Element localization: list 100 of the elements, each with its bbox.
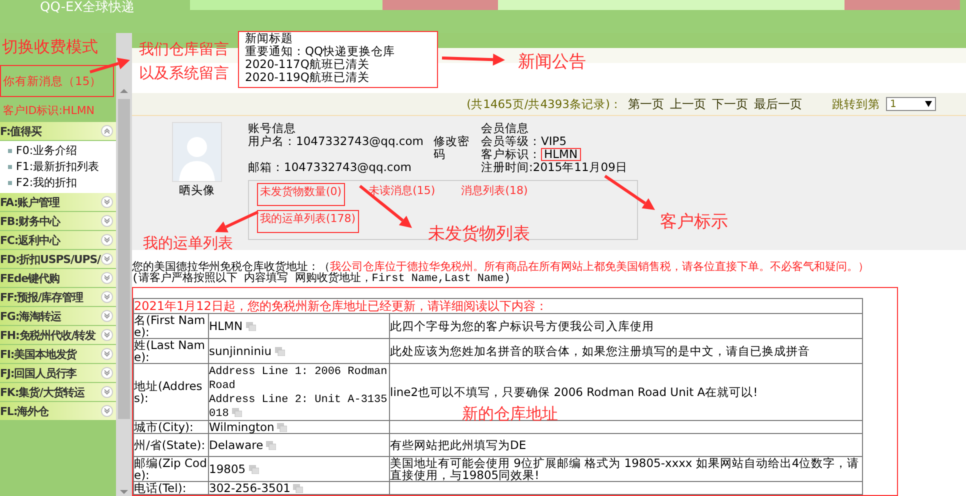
account-heading: 账号信息 <box>248 122 297 135</box>
menu-label: FEde键代购 <box>0 270 60 286</box>
expand-toggle-icon[interactable] <box>101 196 113 208</box>
registration-date: 注册时间:2015年11月09日 <box>481 161 628 174</box>
copy-icon[interactable] <box>266 441 276 450</box>
field-value: Wilmington <box>208 420 390 434</box>
field-label: 姓(Last Name): <box>134 338 208 364</box>
dropdown-caret-icon <box>925 101 932 107</box>
member-level: 会员等级：VIP5 <box>481 135 568 148</box>
field-label: 城市(City): <box>134 420 208 434</box>
annotation-label: 新的仓库地址 <box>462 404 558 425</box>
menu-item[interactable]: FD:折扣USPS/UPS/ <box>0 250 116 269</box>
table-title: 2021年1月12日起，您的免税州新仓库地址已经更新，请详细阅读以下内容： <box>134 298 862 314</box>
menu-item[interactable]: FEde键代购 <box>0 269 116 288</box>
page-link[interactable]: 第一页 <box>628 96 664 112</box>
expand-toggle-icon[interactable] <box>101 253 113 265</box>
annotation-label: 客户标示 <box>660 211 728 233</box>
menu-item[interactable]: FK:集货/大货转运 <box>0 383 116 402</box>
copy-icon[interactable] <box>274 347 285 356</box>
menu-label: FI:美国本地发货 <box>0 346 77 362</box>
menu-item[interactable]: FI:美国本地发货 <box>0 345 116 364</box>
expand-toggle-icon[interactable] <box>101 215 113 227</box>
expand-toggle-icon[interactable] <box>101 291 113 303</box>
field-value: 19805 <box>208 456 390 482</box>
expand-toggle-icon[interactable] <box>101 329 113 341</box>
menu-label: FH:免税州代收/转发 <box>0 328 96 342</box>
annotation-label: 以及系统留言 <box>139 64 229 83</box>
menu-label: FK:集货/大货转运 <box>0 384 84 400</box>
instruction-text: (请客户严格按照以下 内容填写 网购收货地址，First Name,Last Name) <box>132 273 512 285</box>
field-label: 邮编(Zip Code): <box>134 456 208 482</box>
menu-item[interactable]: FH:免税州代收/转发 <box>0 326 116 345</box>
address-intro: 您的美国德拉华州免税仓库收货地址：（ <box>132 260 330 273</box>
menu-label: FJ:回国人员行李 <box>0 366 77 380</box>
submenu-item[interactable]: F1:最新折扣列表 <box>8 159 116 175</box>
member-heading: 会员信息 <box>481 122 530 135</box>
copy-icon[interactable] <box>246 322 256 332</box>
field-label: 州/省(State): <box>134 434 208 456</box>
field-value: sunjinniniu <box>208 338 390 364</box>
arrow <box>442 54 505 66</box>
upload-avatar-link[interactable]: 晒头像 <box>179 184 215 197</box>
expand-toggle-icon[interactable] <box>101 234 113 246</box>
menu-label: FD:折扣USPS/UPS/ <box>0 252 100 266</box>
field-label: 电话(Tel): <box>134 482 208 494</box>
field-note: 此处应该为您姓加名拼音的联合体，如果您注册填写的是中文，请自已换成拼音 <box>390 338 862 364</box>
menu-label: FG:海淘转运 <box>0 308 61 324</box>
expand-toggle-icon[interactable] <box>101 348 113 360</box>
menu-item[interactable]: FC:返利中心 <box>0 231 116 250</box>
menu-label: FL:海外仓 <box>0 404 48 418</box>
field-label: 地址(Address): <box>134 364 208 420</box>
arrow <box>90 58 130 74</box>
page-link[interactable]: 上一页 <box>670 96 706 112</box>
expand-toggle-icon[interactable] <box>101 310 113 322</box>
customer-id: 客户ID标识:HLMN <box>2 103 96 119</box>
news-item[interactable]: 重要通知：QQ快递更换仓库 <box>245 45 431 58</box>
expand-toggle-icon[interactable] <box>101 386 113 398</box>
scrollbar[interactable] <box>116 33 132 496</box>
field-label: 名(First Name): <box>134 314 208 338</box>
page-select[interactable]: 1 <box>886 97 936 111</box>
page-link[interactable]: 下一页 <box>712 96 748 112</box>
menu-item[interactable]: FJ:回国人员行李 <box>0 364 116 383</box>
arrow <box>604 174 655 210</box>
field-value: 302-256-3501 <box>208 482 390 494</box>
copy-icon[interactable] <box>232 408 242 418</box>
field-note: 美国地址有可能会使用 9位扩展邮编 格式为 19805-xxxx 如果网站自动给出4位数字，请直接使用，与19805同效果! <box>390 456 862 482</box>
menu-label: FC:返利中心 <box>0 232 60 248</box>
field-value: Address Line 1: 2006 Rodman Road Address Line 2: Unit A-3135018 <box>208 364 390 420</box>
menu-item[interactable]: FL:海外仓 <box>0 402 116 421</box>
menu-item[interactable]: FF:预报/库存管理 <box>0 288 116 307</box>
field-note: 此四个字母为您的客户标识号方便我公司入库使用 <box>390 314 862 338</box>
field-value: Delaware <box>208 434 390 456</box>
page-link[interactable]: 最后一页 <box>754 96 802 112</box>
menu-item[interactable]: FG:海淘转运 <box>0 307 116 326</box>
customer-id-value: HLMN <box>541 148 581 161</box>
copy-icon[interactable] <box>293 484 304 494</box>
username: 用户名：1047332743@qq.com <box>248 135 424 150</box>
news-item[interactable]: 2020-117Q航班已清关 <box>245 58 431 71</box>
menu-item[interactable]: F:值得买 <box>0 122 116 141</box>
change-password-link[interactable]: 修改密码 <box>433 135 478 161</box>
arrow <box>215 210 259 232</box>
submenu-item[interactable]: F2:我的折扣 <box>8 175 116 191</box>
expand-toggle-icon[interactable] <box>101 125 113 137</box>
submenu-item[interactable]: F0:业务介绍 <box>8 143 116 159</box>
annotation-label: 我的运单列表 <box>143 234 233 253</box>
copy-icon[interactable] <box>277 423 288 432</box>
expand-toggle-icon[interactable] <box>101 272 113 284</box>
expand-toggle-icon[interactable] <box>101 367 113 379</box>
menu-item[interactable]: FA:账户管理 <box>0 193 116 212</box>
menu-label: FA:账户管理 <box>0 194 60 210</box>
annotation-label: 未发货物列表 <box>428 223 530 245</box>
menu-label: FF:预报/库存管理 <box>0 290 83 304</box>
menu-item[interactable]: FB:财务中心 <box>0 212 116 231</box>
customer-id-label: 客户标识： <box>481 148 541 161</box>
news-item[interactable]: 2020-119Q航班已清关 <box>245 71 431 84</box>
news-title: 新闻标题 <box>245 32 294 45</box>
field-note: 有些网站把此州填写为DE <box>390 434 862 456</box>
avatar-placeholder <box>172 122 222 182</box>
expand-toggle-icon[interactable] <box>101 405 113 417</box>
copy-icon[interactable] <box>248 465 259 474</box>
email: 邮箱：1047332743@qq.com <box>248 161 412 174</box>
tax-note: 我公司仓库位于德拉华免税州。所有商品在所有网站上都免美国销售税，请各位直接下单。不必客气和疑问。） <box>330 260 869 273</box>
